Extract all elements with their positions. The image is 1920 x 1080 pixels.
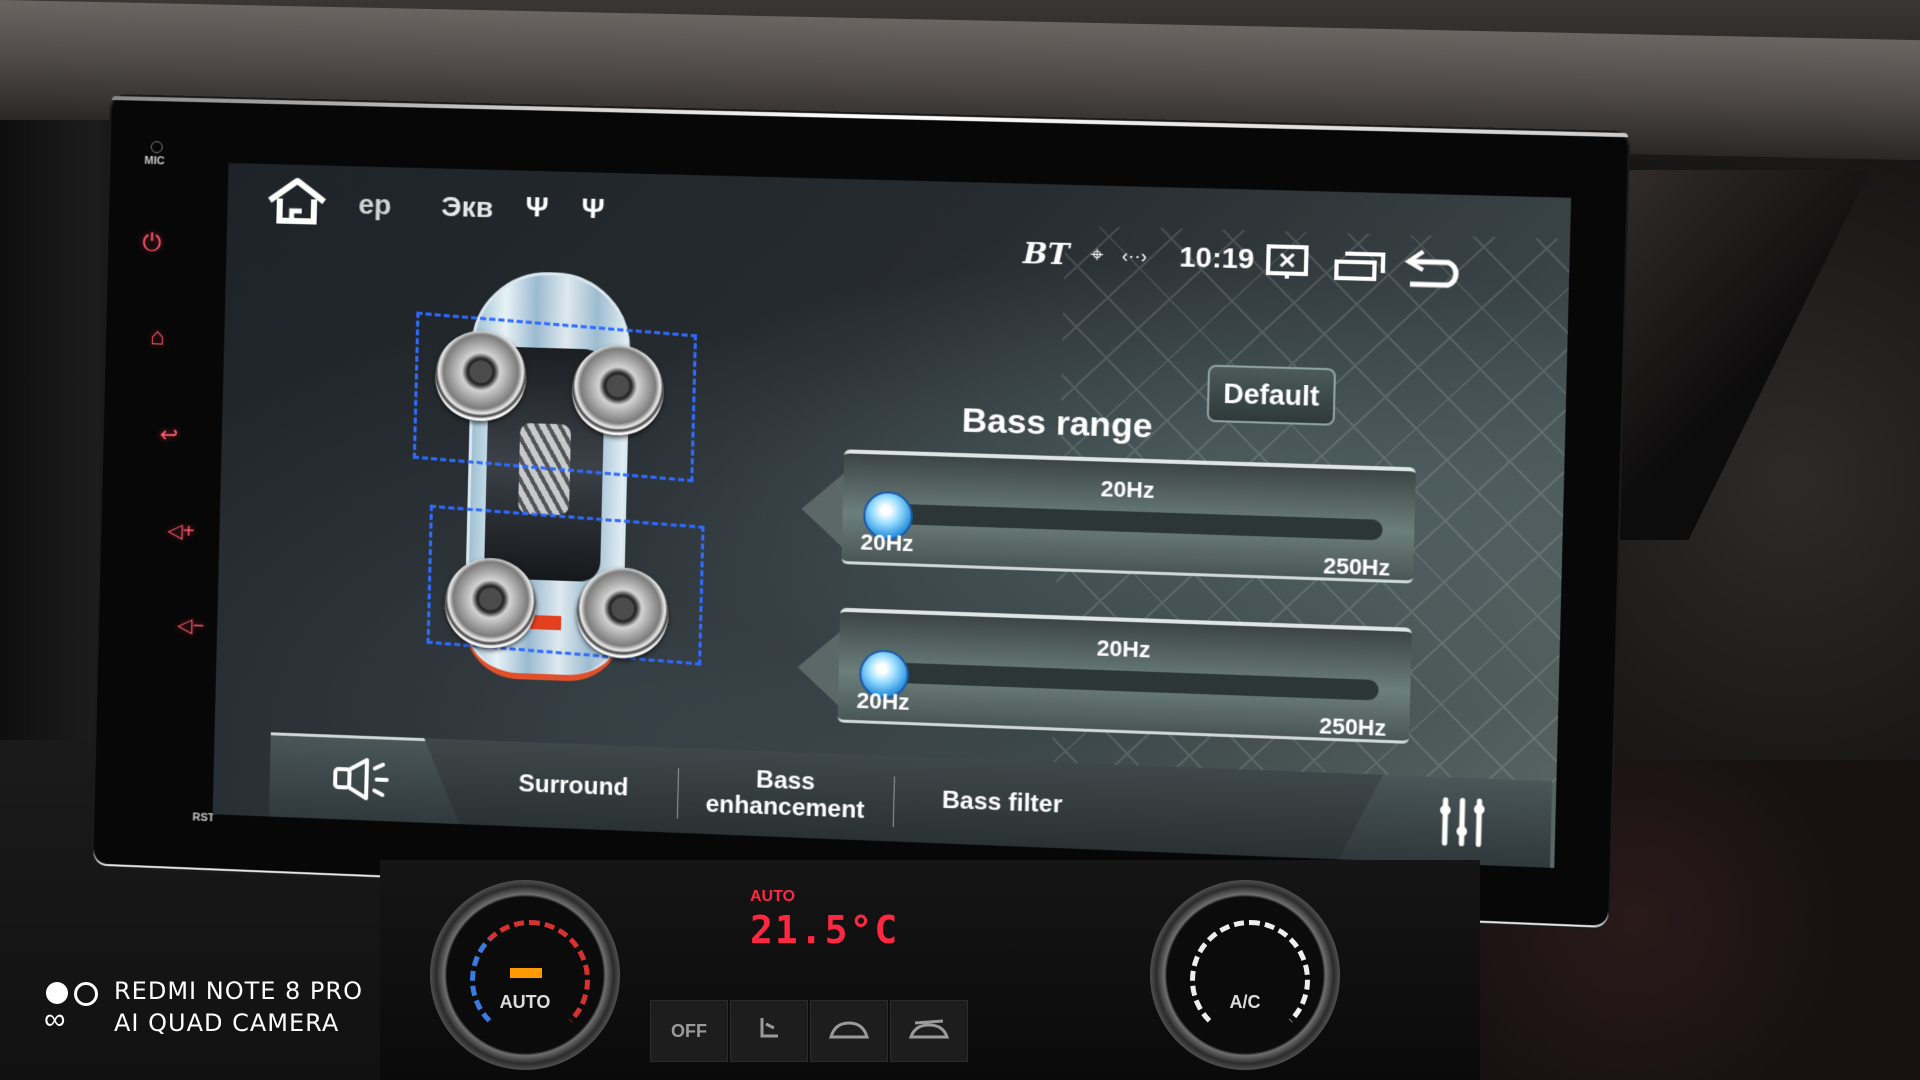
data-transfer-icon: ‹··› — [1121, 244, 1148, 267]
reset-label[interactable]: RST — [192, 811, 214, 824]
head-unit: MIC ⏻ ⌂ ↩ ◁+ ◁− RST ер Экв Ψ Ψ BT ⌖ ‹··›… — [93, 96, 1629, 929]
climate-off-button[interactable]: OFF — [650, 1000, 728, 1062]
card-pointer — [800, 472, 844, 547]
logo-infinity: ∞ — [44, 1003, 66, 1036]
car-fresh-air-icon — [908, 1019, 950, 1039]
slider-max-label: 250Hz — [1322, 552, 1391, 581]
speaker-diagram — [367, 267, 705, 683]
climate-mode: AUTO — [750, 888, 796, 905]
back-icon[interactable] — [1401, 247, 1470, 290]
app-tab-partial[interactable]: ер — [358, 189, 392, 222]
screen-off-icon[interactable] — [1265, 243, 1310, 281]
tab-bass-filter[interactable]: Bass filter — [892, 756, 1112, 850]
car-recirculation-icon — [829, 1021, 869, 1039]
app-tab-equalizer[interactable]: Экв — [441, 191, 494, 225]
status-bar: ер Экв Ψ Ψ BT ⌖ ‹··› 10:19 — [227, 163, 1571, 270]
recirculation-button[interactable] — [810, 1000, 888, 1062]
fresh-air-button[interactable] — [890, 1000, 968, 1062]
screen: ер Экв Ψ Ψ BT ⌖ ‹··› 10:19 Default Bass … — [212, 163, 1572, 869]
camera-logo-icon: ∞ — [44, 980, 100, 1036]
bass-range-slider-front: 20Hz 20Hz 250Hz — [800, 449, 1416, 584]
home-hw-button[interactable]: ⌂ — [150, 323, 165, 351]
fan-knob[interactable]: A/C — [1150, 880, 1340, 1070]
temperature-knob[interactable]: AUTO — [430, 880, 620, 1070]
seat-airflow-icon — [760, 1018, 778, 1038]
usb-icon: Ψ — [581, 192, 606, 225]
default-button[interactable]: Default — [1206, 364, 1337, 426]
tab-surround[interactable]: Surround — [471, 740, 677, 833]
bass-range-slider-rear: 20Hz 20Hz 250Hz — [796, 607, 1412, 744]
speaker-icon[interactable] — [332, 755, 394, 804]
equalizer-icon[interactable] — [1436, 795, 1488, 848]
watermark-line2: AI QUAD CAMERA — [114, 1009, 340, 1037]
tab-bass-enhancement[interactable]: Bass enhancement — [676, 748, 894, 842]
clock: 10:19 — [1178, 240, 1255, 275]
mic-hole — [150, 141, 163, 154]
usb-icon: Ψ — [525, 190, 550, 223]
slider-min-label: 20Hz — [860, 529, 914, 557]
watermark-text: REDMI NOTE 8 PRO AI QUAD CAMERA — [114, 975, 363, 1039]
seat-airflow-button[interactable] — [730, 1000, 808, 1062]
climate-temperature: 21.5°C — [750, 908, 900, 952]
camera-watermark: ∞ REDMI NOTE 8 PRO AI QUAD CAMERA — [44, 975, 363, 1039]
recent-apps-icon[interactable] — [1332, 249, 1388, 283]
home-icon[interactable] — [265, 176, 329, 226]
bluetooth-icon: BT — [1022, 236, 1070, 272]
panel-title: Bass range — [961, 401, 1153, 446]
logo-dot — [46, 982, 68, 1004]
temperature-scale — [470, 920, 590, 1040]
mic-label: MIC — [144, 154, 165, 168]
location-icon: ⌖ — [1090, 241, 1104, 268]
back-hw-button[interactable]: ↩ — [159, 422, 178, 449]
power-button[interactable]: ⏻ — [142, 229, 162, 258]
slider-min-label: 20Hz — [856, 687, 910, 715]
auto-indicator — [510, 968, 542, 978]
logo-ring — [74, 982, 98, 1006]
card-pointer — [796, 630, 840, 706]
fan-knob-label: A/C — [1229, 992, 1261, 1012]
climate-control-panel: AUTO AUTO 21.5°C OFF A/C — [380, 860, 1480, 1080]
volume-up-button[interactable]: ◁+ — [167, 518, 195, 544]
temperature-knob-label: AUTO — [499, 992, 551, 1012]
watermark-line1: REDMI NOTE 8 PRO — [114, 977, 363, 1005]
fan-scale — [1190, 920, 1310, 1040]
slider-max-label: 250Hz — [1318, 712, 1387, 741]
volume-down-button[interactable]: ◁− — [177, 612, 205, 638]
